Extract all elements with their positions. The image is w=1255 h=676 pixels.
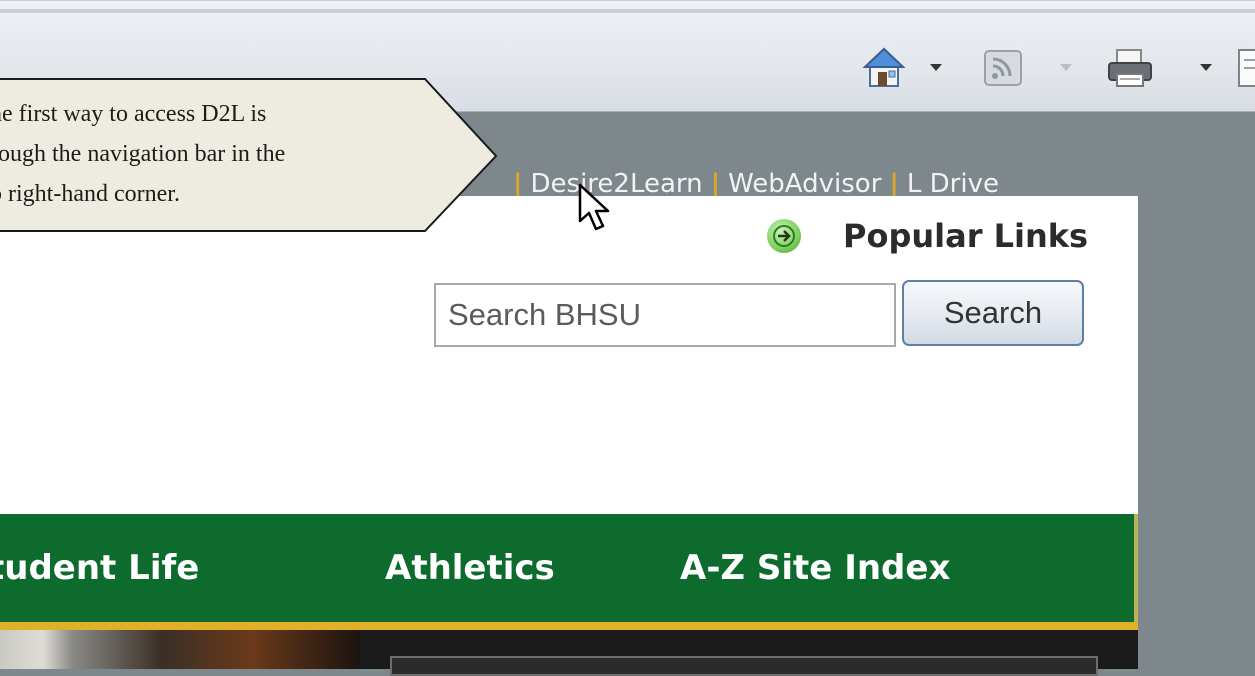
rss-feeds-icon[interactable] [982, 46, 1026, 90]
banner-photo [0, 630, 360, 669]
callout-text: he first way to access D2L is rough the … [0, 94, 430, 214]
webadvisor-link[interactable]: WebAdvisor [728, 169, 881, 199]
content-box [390, 656, 1098, 676]
command-bar-divider [0, 9, 1255, 13]
desire2learn-link[interactable]: Desire2Learn [531, 169, 703, 199]
callout-line: p right-hand corner. [0, 181, 180, 207]
nav-gold-accent-line [0, 622, 1138, 630]
print-dropdown-arrow-icon[interactable] [1200, 64, 1212, 72]
nav-separator: | [710, 169, 721, 199]
search-input[interactable] [434, 283, 896, 347]
nav-separator: | [513, 169, 523, 199]
nav-item-athletics[interactable]: Athletics [385, 548, 555, 588]
tutorial-callout: he first way to access D2L is rough the … [0, 78, 500, 232]
nav-item-student-life[interactable]: tudent Life [0, 548, 199, 588]
popular-links-button[interactable]: Popular Links [767, 217, 1088, 255]
feeds-dropdown-arrow-icon[interactable] [1060, 64, 1072, 72]
page-icon[interactable] [1236, 46, 1255, 90]
search-button[interactable]: Search [902, 280, 1084, 346]
home-dropdown-arrow-icon[interactable] [930, 64, 942, 72]
popular-links-label: Popular Links [843, 217, 1089, 255]
callout-line: rough the navigation bar in the [0, 141, 286, 167]
l-drive-link[interactable]: L Drive [907, 169, 999, 199]
nav-item-a-z-site-index[interactable]: A-Z Site Index [680, 548, 950, 588]
print-icon[interactable] [1105, 46, 1155, 90]
arrow-right-circle-icon [767, 219, 801, 253]
home-icon[interactable] [862, 46, 906, 90]
nav-separator: | [889, 169, 899, 199]
callout-line: he first way to access D2L is [0, 101, 267, 127]
mouse-cursor-icon [578, 183, 610, 231]
